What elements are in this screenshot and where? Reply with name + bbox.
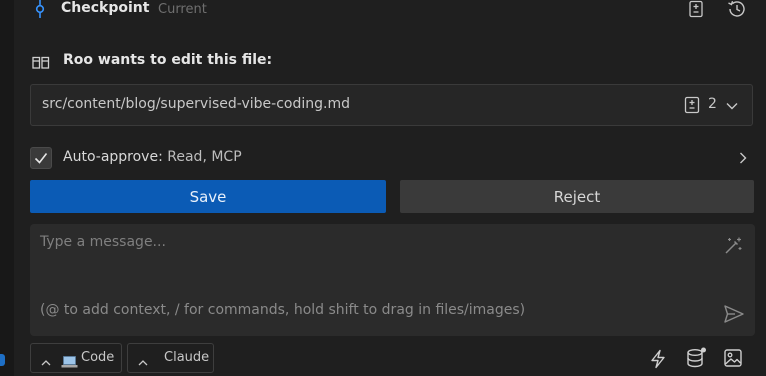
send-icon[interactable] — [723, 304, 745, 324]
chevron-up-icon — [137, 353, 149, 366]
split-view-icon — [32, 55, 50, 69]
chat-input[interactable]: Type a message... (@ to add context, / f… — [30, 224, 755, 336]
diff-icon[interactable] — [687, 0, 705, 18]
model-label: Claude — [164, 350, 210, 365]
status-indicator — [0, 354, 5, 366]
chevron-down-icon[interactable] — [725, 98, 739, 112]
history-icon[interactable] — [726, 0, 746, 18]
checkpoint-row: Checkpoint Current — [30, 0, 766, 20]
save-button[interactable]: Save — [30, 180, 386, 213]
magic-wand-icon[interactable] — [723, 236, 743, 256]
auto-approve-value: Read, MCP — [167, 149, 242, 165]
chat-placeholder: Type a message... — [40, 234, 166, 250]
chevron-up-icon — [40, 353, 52, 366]
git-commit-icon — [34, 0, 46, 20]
reject-button[interactable]: Reject — [400, 180, 754, 213]
laptop-icon — [61, 353, 78, 368]
file-entry[interactable]: src/content/blog/supervised-vibe-coding.… — [30, 84, 753, 126]
side-strip — [0, 0, 14, 376]
edit-request-title: Roo wants to edit this file: — [63, 52, 273, 68]
mode-label: Code — [81, 350, 115, 365]
database-icon[interactable] — [685, 347, 707, 369]
lightning-icon[interactable] — [649, 349, 667, 369]
auto-approve-label: Auto-approve: — [63, 149, 163, 165]
diff-icon — [684, 96, 700, 114]
change-count: 2 — [708, 96, 717, 112]
chevron-right-icon[interactable] — [736, 150, 750, 164]
file-path[interactable]: src/content/blog/supervised-vibe-coding.… — [42, 96, 350, 112]
auto-approve-row[interactable]: Auto-approve: Read, MCP — [30, 145, 753, 169]
checkpoint-status: Current — [158, 2, 207, 17]
checkpoint-title: Checkpoint — [61, 0, 150, 16]
image-icon[interactable] — [723, 348, 743, 368]
chat-hint: (@ to add context, / for commands, hold … — [40, 302, 526, 318]
checkmark-icon — [34, 153, 48, 164]
model-selector[interactable]: Claude — [127, 343, 214, 373]
mode-selector[interactable]: Code — [30, 343, 122, 373]
auto-approve-checkbox[interactable] — [30, 147, 52, 169]
